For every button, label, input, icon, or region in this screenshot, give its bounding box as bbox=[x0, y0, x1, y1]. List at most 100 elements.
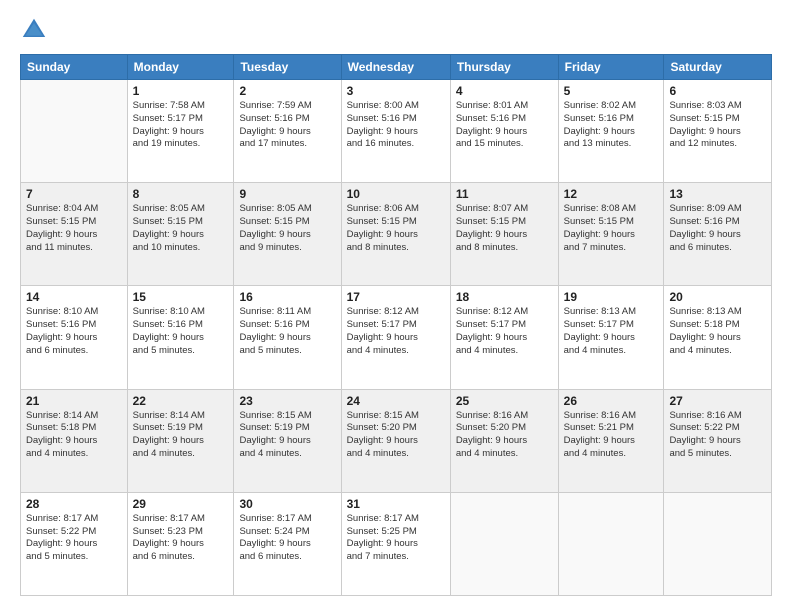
day-number: 19 bbox=[564, 290, 659, 304]
week-row-4: 21 Sunrise: 8:14 AMSunset: 5:18 PMDayligh… bbox=[21, 389, 772, 492]
calendar-cell: 25 Sunrise: 8:16 AMSunset: 5:20 PMDayligh… bbox=[450, 389, 558, 492]
day-info: Sunrise: 8:11 AMSunset: 5:16 PMDaylight:… bbox=[239, 306, 335, 357]
day-number: 12 bbox=[564, 187, 659, 201]
calendar-cell bbox=[558, 492, 664, 595]
day-info: Sunrise: 8:16 AMSunset: 5:22 PMDaylight:… bbox=[669, 410, 766, 461]
calendar-cell: 30 Sunrise: 8:17 AMSunset: 5:24 PMDayligh… bbox=[234, 492, 341, 595]
weekday-saturday: Saturday bbox=[664, 55, 772, 80]
calendar-cell: 9 Sunrise: 8:05 AMSunset: 5:15 PMDaylight… bbox=[234, 183, 341, 286]
day-info: Sunrise: 8:02 AMSunset: 5:16 PMDaylight:… bbox=[564, 100, 659, 151]
day-number: 20 bbox=[669, 290, 766, 304]
day-info: Sunrise: 8:15 AMSunset: 5:19 PMDaylight:… bbox=[239, 410, 335, 461]
day-number: 28 bbox=[26, 497, 122, 511]
calendar-cell: 11 Sunrise: 8:07 AMSunset: 5:15 PMDayligh… bbox=[450, 183, 558, 286]
calendar-cell: 17 Sunrise: 8:12 AMSunset: 5:17 PMDayligh… bbox=[341, 286, 450, 389]
day-number: 7 bbox=[26, 187, 122, 201]
day-number: 1 bbox=[133, 84, 229, 98]
day-info: Sunrise: 8:06 AMSunset: 5:15 PMDaylight:… bbox=[347, 203, 445, 254]
day-info: Sunrise: 8:00 AMSunset: 5:16 PMDaylight:… bbox=[347, 100, 445, 151]
page-header bbox=[20, 16, 772, 44]
calendar-cell bbox=[21, 80, 128, 183]
calendar-cell: 8 Sunrise: 8:05 AMSunset: 5:15 PMDaylight… bbox=[127, 183, 234, 286]
day-info: Sunrise: 8:13 AMSunset: 5:17 PMDaylight:… bbox=[564, 306, 659, 357]
calendar-cell: 22Sunrise: 8:14 AMSunset: 5:19 PMDayligh… bbox=[127, 389, 234, 492]
calendar-cell: 28 Sunrise: 8:17 AMSunset: 5:22 PMDayligh… bbox=[21, 492, 128, 595]
day-info: Sunrise: 8:14 AMSunset: 5:19 PMDaylight:… bbox=[133, 410, 229, 461]
calendar-cell: 5 Sunrise: 8:02 AMSunset: 5:16 PMDaylight… bbox=[558, 80, 664, 183]
day-info: Sunrise: 8:12 AMSunset: 5:17 PMDaylight:… bbox=[456, 306, 553, 357]
day-info: Sunrise: 8:05 AMSunset: 5:15 PMDaylight:… bbox=[133, 203, 229, 254]
calendar-cell: 1 Sunrise: 7:58 AMSunset: 5:17 PMDaylight… bbox=[127, 80, 234, 183]
calendar-cell: 19 Sunrise: 8:13 AMSunset: 5:17 PMDayligh… bbox=[558, 286, 664, 389]
calendar-cell: 12 Sunrise: 8:08 AMSunset: 5:15 PMDayligh… bbox=[558, 183, 664, 286]
day-number: 30 bbox=[239, 497, 335, 511]
day-info: Sunrise: 8:17 AMSunset: 5:22 PMDaylight:… bbox=[26, 513, 122, 564]
calendar-cell: 2 Sunrise: 7:59 AMSunset: 5:16 PMDaylight… bbox=[234, 80, 341, 183]
day-number: 3 bbox=[347, 84, 445, 98]
logo-icon bbox=[20, 16, 48, 44]
day-info: Sunrise: 8:01 AMSunset: 5:16 PMDaylight:… bbox=[456, 100, 553, 151]
day-info: Sunrise: 7:58 AMSunset: 5:17 PMDaylight:… bbox=[133, 100, 229, 151]
day-number: 11 bbox=[456, 187, 553, 201]
day-info: Sunrise: 8:17 AMSunset: 5:24 PMDaylight:… bbox=[239, 513, 335, 564]
calendar-cell: 4 Sunrise: 8:01 AMSunset: 5:16 PMDaylight… bbox=[450, 80, 558, 183]
day-number: 5 bbox=[564, 84, 659, 98]
calendar-cell: 15 Sunrise: 8:10 AMSunset: 5:16 PMDayligh… bbox=[127, 286, 234, 389]
day-info: Sunrise: 8:14 AMSunset: 5:18 PMDaylight:… bbox=[26, 410, 122, 461]
day-info: Sunrise: 8:16 AMSunset: 5:20 PMDaylight:… bbox=[456, 410, 553, 461]
day-info: Sunrise: 8:12 AMSunset: 5:17 PMDaylight:… bbox=[347, 306, 445, 357]
calendar-cell: 3 Sunrise: 8:00 AMSunset: 5:16 PMDaylight… bbox=[341, 80, 450, 183]
calendar-cell: 23 Sunrise: 8:15 AMSunset: 5:19 PMDayligh… bbox=[234, 389, 341, 492]
calendar-cell: 7 Sunrise: 8:04 AMSunset: 5:15 PMDaylight… bbox=[21, 183, 128, 286]
day-number: 4 bbox=[456, 84, 553, 98]
calendar-cell: 27Sunrise: 8:16 AMSunset: 5:22 PMDayligh… bbox=[664, 389, 772, 492]
calendar-cell: 10Sunrise: 8:06 AMSunset: 5:15 PMDayligh… bbox=[341, 183, 450, 286]
day-info: Sunrise: 8:04 AMSunset: 5:15 PMDaylight:… bbox=[26, 203, 122, 254]
calendar-cell: 24 Sunrise: 8:15 AMSunset: 5:20 PMDayligh… bbox=[341, 389, 450, 492]
day-info: Sunrise: 8:09 AMSunset: 5:16 PMDaylight:… bbox=[669, 203, 766, 254]
day-info: Sunrise: 8:10 AMSunset: 5:16 PMDaylight:… bbox=[133, 306, 229, 357]
day-info: Sunrise: 8:17 AMSunset: 5:25 PMDaylight:… bbox=[347, 513, 445, 564]
day-info: Sunrise: 8:16 AMSunset: 5:21 PMDaylight:… bbox=[564, 410, 659, 461]
weekday-tuesday: Tuesday bbox=[234, 55, 341, 80]
logo bbox=[20, 16, 52, 44]
day-number: 25 bbox=[456, 394, 553, 408]
week-row-5: 28 Sunrise: 8:17 AMSunset: 5:22 PMDayligh… bbox=[21, 492, 772, 595]
weekday-thursday: Thursday bbox=[450, 55, 558, 80]
calendar-cell: 6 Sunrise: 8:03 AMSunset: 5:15 PMDaylight… bbox=[664, 80, 772, 183]
day-info: Sunrise: 8:10 AMSunset: 5:16 PMDaylight:… bbox=[26, 306, 122, 357]
day-info: Sunrise: 8:07 AMSunset: 5:15 PMDaylight:… bbox=[456, 203, 553, 254]
day-info: Sunrise: 8:17 AMSunset: 5:23 PMDaylight:… bbox=[133, 513, 229, 564]
calendar-cell bbox=[664, 492, 772, 595]
day-info: Sunrise: 8:03 AMSunset: 5:15 PMDaylight:… bbox=[669, 100, 766, 151]
day-number: 21 bbox=[26, 394, 122, 408]
calendar-cell: 26Sunrise: 8:16 AMSunset: 5:21 PMDayligh… bbox=[558, 389, 664, 492]
day-number: 17 bbox=[347, 290, 445, 304]
calendar-cell: 29 Sunrise: 8:17 AMSunset: 5:23 PMDayligh… bbox=[127, 492, 234, 595]
day-number: 29 bbox=[133, 497, 229, 511]
day-info: Sunrise: 8:13 AMSunset: 5:18 PMDaylight:… bbox=[669, 306, 766, 357]
calendar-cell: 18Sunrise: 8:12 AMSunset: 5:17 PMDayligh… bbox=[450, 286, 558, 389]
day-number: 15 bbox=[133, 290, 229, 304]
calendar-page: SundayMondayTuesdayWednesdayThursdayFrid… bbox=[0, 0, 792, 612]
day-number: 31 bbox=[347, 497, 445, 511]
day-info: Sunrise: 7:59 AMSunset: 5:16 PMDaylight:… bbox=[239, 100, 335, 151]
weekday-wednesday: Wednesday bbox=[341, 55, 450, 80]
weekday-monday: Monday bbox=[127, 55, 234, 80]
weekday-header-row: SundayMondayTuesdayWednesdayThursdayFrid… bbox=[21, 55, 772, 80]
day-number: 24 bbox=[347, 394, 445, 408]
day-info: Sunrise: 8:08 AMSunset: 5:15 PMDaylight:… bbox=[564, 203, 659, 254]
day-number: 2 bbox=[239, 84, 335, 98]
day-number: 14 bbox=[26, 290, 122, 304]
day-number: 23 bbox=[239, 394, 335, 408]
day-info: Sunrise: 8:05 AMSunset: 5:15 PMDaylight:… bbox=[239, 203, 335, 254]
week-row-1: 1 Sunrise: 7:58 AMSunset: 5:17 PMDaylight… bbox=[21, 80, 772, 183]
calendar-cell: 14 Sunrise: 8:10 AMSunset: 5:16 PMDayligh… bbox=[21, 286, 128, 389]
day-number: 6 bbox=[669, 84, 766, 98]
day-info: Sunrise: 8:15 AMSunset: 5:20 PMDaylight:… bbox=[347, 410, 445, 461]
day-number: 8 bbox=[133, 187, 229, 201]
calendar-cell: 16Sunrise: 8:11 AMSunset: 5:16 PMDayligh… bbox=[234, 286, 341, 389]
day-number: 9 bbox=[239, 187, 335, 201]
calendar-cell: 20 Sunrise: 8:13 AMSunset: 5:18 PMDayligh… bbox=[664, 286, 772, 389]
week-row-2: 7 Sunrise: 8:04 AMSunset: 5:15 PMDaylight… bbox=[21, 183, 772, 286]
